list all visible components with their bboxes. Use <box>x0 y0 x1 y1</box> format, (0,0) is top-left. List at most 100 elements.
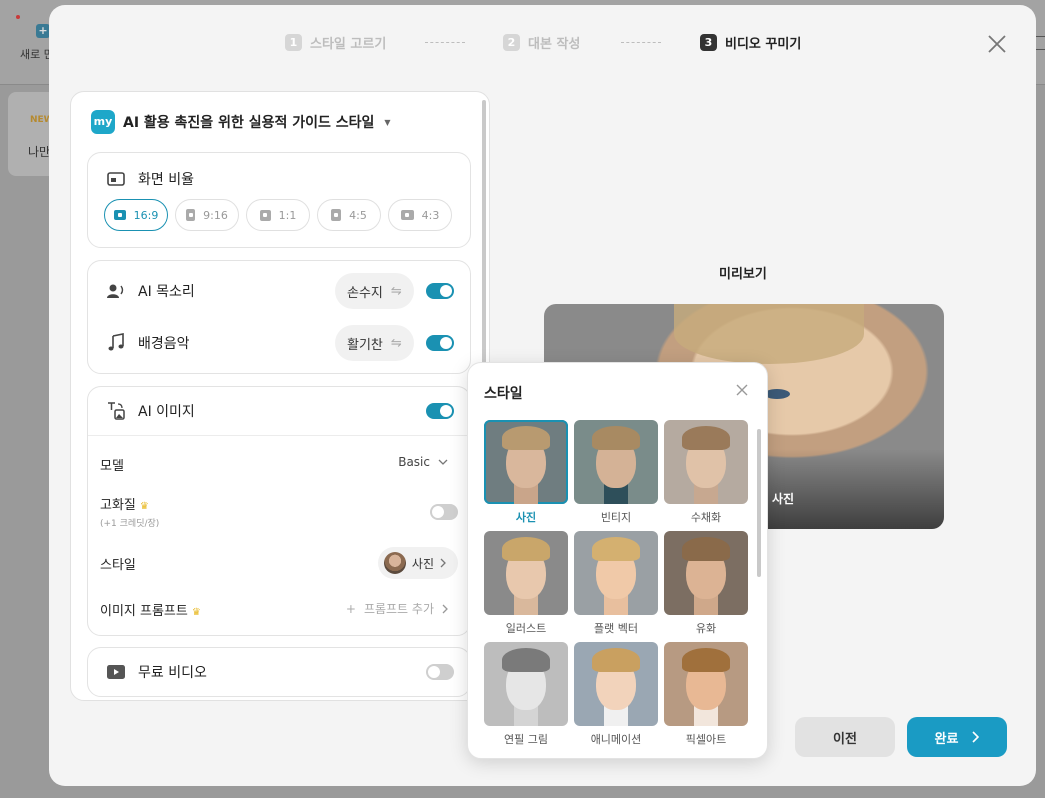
prev-button-label: 이전 <box>833 731 857 747</box>
style-option-label: 사진 <box>515 511 537 524</box>
style-option-thumbnail <box>664 420 748 504</box>
bgm-row: 배경음악 <box>106 333 190 353</box>
stepper: 1 스타일 고르기 2 대본 작성 3 비디오 꾸미기 <box>49 33 1036 61</box>
music-select-button[interactable]: 활기찬 ⇋ <box>335 325 414 361</box>
style-option-thumbnail <box>664 642 748 726</box>
add-prompt-button[interactable]: + 프롬프트 추가 <box>346 600 448 617</box>
swap-icon: ⇋ <box>390 335 402 351</box>
my-logo: my <box>91 110 115 134</box>
step-1[interactable]: 1 스타일 고르기 <box>285 33 386 52</box>
template-header[interactable]: my AI 활용 촉진을 위한 실용적 가이드 스타일 ▼ <box>91 110 391 134</box>
style-option[interactable]: 사진 <box>484 420 568 525</box>
crown-icon: ♛ <box>139 501 149 512</box>
preview-hair <box>674 304 864 364</box>
ratio-label: 16:9 <box>133 208 159 222</box>
style-option-thumbnail <box>574 420 658 504</box>
popup-scrollbar[interactable] <box>757 429 761 577</box>
notification-dot <box>16 15 20 19</box>
swap-icon: ⇋ <box>390 283 402 299</box>
style-option[interactable]: 픽셀아트 <box>664 642 748 747</box>
style-option[interactable]: 플랫 벡터 <box>574 531 658 636</box>
prev-button[interactable]: 이전 <box>795 717 895 757</box>
step-number: 3 <box>700 34 717 51</box>
style-option[interactable]: 일러스트 <box>484 531 568 636</box>
style-option[interactable]: 빈티지 <box>574 420 658 525</box>
style-select-button[interactable]: 사진 <box>377 547 458 579</box>
prompt-label: 이미지 프롬프트 <box>100 604 188 619</box>
step-label: 스타일 고르기 <box>310 37 387 52</box>
ratio-icon <box>186 209 196 221</box>
background-card-text: 나만 <box>28 145 51 159</box>
bgm-toggle[interactable] <box>426 335 454 351</box>
chevron-right-icon <box>440 558 446 568</box>
plus-icon: + <box>36 24 50 38</box>
step-number: 1 <box>285 34 302 51</box>
ratio-option-1-1[interactable]: 1:1 <box>246 199 310 231</box>
style-option-thumbnail <box>484 531 568 615</box>
ratio-option-9-16[interactable]: 9:16 <box>175 199 239 231</box>
chevron-right-icon <box>972 731 980 743</box>
step-3[interactable]: 3 비디오 꾸미기 <box>700 33 801 52</box>
style-option-label: 유화 <box>695 622 717 635</box>
ai-image-section: AI 이미지 모델 Basic 고화질 ♛ (+1 크레딧/장) 스타일 사진 이 <box>87 386 471 636</box>
style-option-thumbnail <box>574 531 658 615</box>
hq-label: 고화질 <box>100 498 136 513</box>
music-note-icon <box>108 333 124 351</box>
ratio-option-16-9[interactable]: 16:9 <box>104 199 168 231</box>
style-option-label: 일러스트 <box>505 622 547 635</box>
voice-value: 손수지 <box>347 285 383 301</box>
ai-image-icon <box>108 402 125 420</box>
panel-scrollbar[interactable] <box>482 100 486 370</box>
style-option[interactable]: 수채화 <box>664 420 748 525</box>
style-option[interactable]: 애니메이션 <box>574 642 658 747</box>
aspect-ratio-label: 화면 비율 <box>138 172 194 188</box>
ai-voice-toggle[interactable] <box>426 283 454 299</box>
chevron-down-icon <box>438 459 448 465</box>
bgm-label: 배경음악 <box>138 336 190 352</box>
close-icon[interactable] <box>735 383 749 397</box>
ai-image-toggle[interactable] <box>426 403 454 419</box>
ai-image-row: AI 이미지 <box>106 401 195 421</box>
style-thumbnail <box>383 552 406 574</box>
preview-title: 미리보기 <box>719 267 767 282</box>
ratio-option-4-5[interactable]: 4:5 <box>317 199 381 231</box>
style-popup-title: 스타일 <box>484 386 523 402</box>
style-option-thumbnail <box>484 642 568 726</box>
style-option[interactable]: 연필 그림 <box>484 642 568 747</box>
step-separator <box>621 42 661 43</box>
voice-icon <box>107 284 124 298</box>
model-select[interactable]: Basic <box>398 455 448 469</box>
prompt-row: 이미지 프롬프트 ♛ <box>100 600 201 619</box>
ratio-label: 9:16 <box>203 208 228 222</box>
style-option-thumbnail <box>484 420 568 504</box>
hq-toggle[interactable] <box>430 504 458 520</box>
style-option-thumbnail <box>574 642 658 726</box>
music-value: 활기찬 <box>347 337 383 353</box>
step-2[interactable]: 2 대본 작성 <box>503 33 580 52</box>
template-title: AI 활용 촉진을 위한 실용적 가이드 스타일 <box>123 115 375 131</box>
ratio-option-4-3[interactable]: 4:3 <box>388 199 452 231</box>
close-icon[interactable] <box>986 33 1008 55</box>
preview-caption: 사진 <box>772 492 795 506</box>
ratio-label: 1:1 <box>278 208 297 222</box>
aspect-ratio-icon <box>107 172 125 186</box>
style-option-thumbnail <box>664 531 748 615</box>
style-value: 사진 <box>411 556 434 571</box>
step-separator <box>425 42 465 43</box>
plus-icon: + <box>345 601 356 616</box>
ratio-icon <box>331 209 342 221</box>
style-grid: 사진 빈티지 수채화일러스트 플랫 벡터 유화연필 그림 애니메이션 픽셀아트 <box>484 420 750 747</box>
done-button-label: 완료 <box>934 731 959 747</box>
free-video-toggle[interactable] <box>426 664 454 680</box>
done-button[interactable]: 완료 <box>907 717 1007 757</box>
style-label: 스타일 <box>100 558 136 573</box>
style-option-label: 수채화 <box>690 511 722 524</box>
aspect-ratio-options: 16:9 9:16 1:1 4:5 4:3 <box>104 199 452 231</box>
ratio-label: 4:5 <box>349 208 367 222</box>
ai-image-label: AI 이미지 <box>138 404 195 420</box>
audio-section: AI 목소리 손수지 ⇋ 배경음악 활기찬 ⇋ <box>87 260 471 374</box>
step-label: 비디오 꾸미기 <box>725 37 802 52</box>
video-creation-modal: 1 스타일 고르기 2 대본 작성 3 비디오 꾸미기 my AI 활용 촉진을… <box>49 5 1036 786</box>
style-option[interactable]: 유화 <box>664 531 748 636</box>
voice-select-button[interactable]: 손수지 ⇋ <box>335 273 414 309</box>
